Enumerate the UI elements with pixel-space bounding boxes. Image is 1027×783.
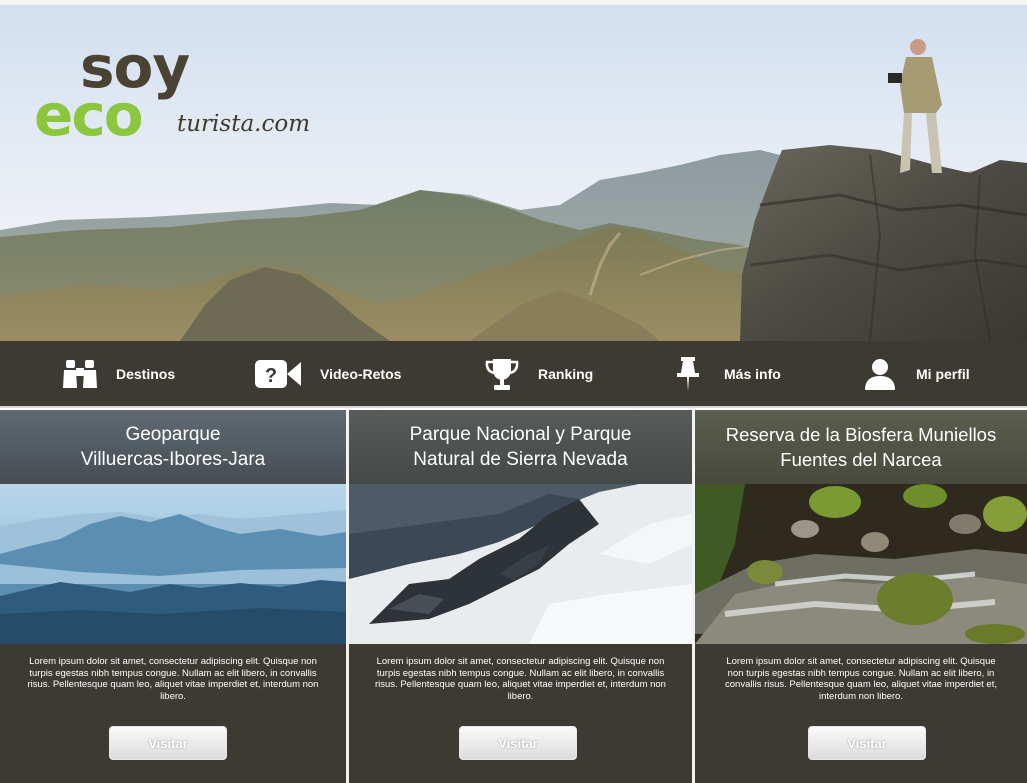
nav-mas-info-label: Más info [724, 365, 781, 382]
nav-mas-info[interactable]: Más info [670, 341, 781, 406]
visitar-button[interactable]: Visitar [109, 726, 227, 760]
logo-eco-text: eco [34, 81, 144, 149]
nav-video-retos-label: Video-Retos [320, 365, 402, 382]
destination-card: Parque Nacional y Parque Natural de Sier… [349, 410, 692, 783]
nav-video-retos[interactable]: ? Video-Retos [254, 341, 401, 406]
nav-mi-perfil[interactable]: Mi perfil [862, 341, 970, 406]
mossy-stream-image[interactable] [695, 484, 1027, 644]
visitar-button[interactable]: Visitar [808, 726, 926, 760]
logo-domain-text: turista.com [177, 111, 311, 137]
photographer-figure [888, 39, 942, 173]
card-title: Reserva de la Biosfera Muniellos Fuentes… [695, 410, 1027, 484]
nav-destinos-label: Destinos [116, 365, 176, 382]
user-icon [862, 356, 898, 392]
card-description: Lorem ipsum dolor sit amet, consectetur … [27, 656, 319, 702]
binoculars-icon [62, 356, 98, 392]
main-navigation: Destinos ? Video-Retos Ranking Más info … [0, 341, 1027, 408]
svg-text:?: ? [265, 365, 277, 387]
nav-ranking-label: Ranking [538, 365, 594, 382]
destination-card: Reserva de la Biosfera Muniellos Fuentes… [695, 410, 1027, 783]
snowy-ridge-image[interactable] [349, 484, 692, 644]
hero-banner: soy eco turista.com [0, 5, 1027, 341]
video-camera-icon: ? [254, 356, 302, 392]
card-title: Parque Nacional y Parque Natural de Sier… [349, 410, 692, 484]
card-description: Lorem ipsum dolor sit amet, consectetur … [725, 656, 997, 702]
nav-destinos[interactable]: Destinos [62, 341, 175, 406]
visitar-button[interactable]: Visitar [459, 726, 577, 760]
trophy-icon [484, 356, 520, 392]
soyecoturista-logo[interactable]: soy eco turista.com [34, 33, 324, 149]
nav-ranking[interactable]: Ranking [484, 341, 593, 406]
card-title: Geoparque Villuercas-Ibores-Jara [0, 410, 346, 484]
card-description: Lorem ipsum dolor sit amet, consectetur … [375, 656, 666, 702]
nav-mi-perfil-label: Mi perfil [916, 365, 970, 382]
destination-card: Geoparque Villuercas-Ibores-Jara Lorem i… [0, 410, 346, 783]
misty-mountains-image[interactable] [0, 484, 346, 644]
pushpin-icon [670, 356, 706, 392]
